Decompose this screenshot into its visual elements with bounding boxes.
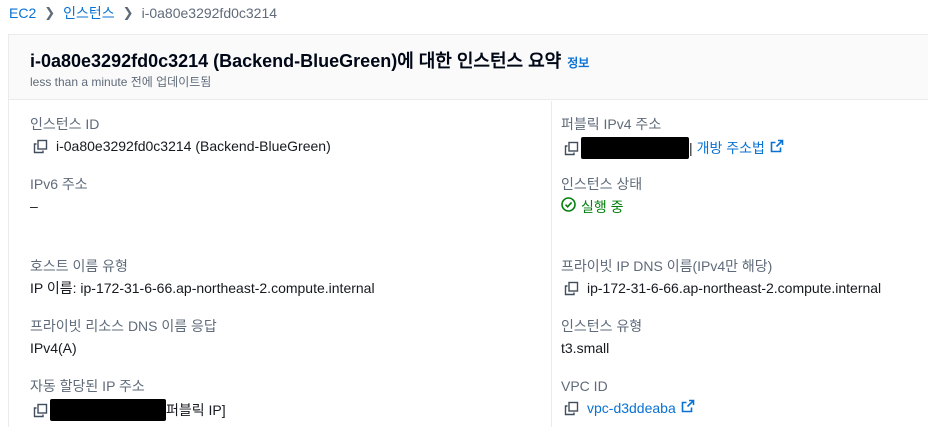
vpc-id-label: VPC ID bbox=[561, 378, 608, 394]
instance-type-value: t3.small bbox=[561, 340, 610, 356]
hostname-type-value: IP 이름: ip-172-31-6-66.ap-northeast-2.com… bbox=[30, 280, 375, 296]
field-instance-type: 인스턴스 유형 t3.small bbox=[561, 317, 642, 357]
field-public-ipv4: 퍼블릭 IPv4 주소 | 개방 주소법 bbox=[561, 115, 784, 159]
vpc-id-value-row: vpc-d3ddeaba bbox=[561, 399, 695, 417]
field-instance-state: 인스턴스 상태 실행 중 bbox=[561, 175, 642, 216]
auto-assigned-ip-suffix: 퍼블릭 IP] bbox=[166, 402, 226, 418]
auto-assigned-ip-value-row: 퍼블릭 IP] bbox=[30, 399, 226, 421]
private-ip-dns-label: 프라이빗 IP DNS 이름(IPv4만 해당) bbox=[561, 258, 773, 274]
redacted-block bbox=[50, 399, 166, 421]
field-instance-id: 인스턴스 ID i-0a80e3292fd0c3214 (Backend-Blu… bbox=[30, 115, 331, 155]
instance-summary-panel: i-0a80e3292fd0c3214 (Backend-BlueGreen)에… bbox=[8, 34, 928, 427]
copy-icon[interactable] bbox=[33, 403, 48, 418]
copy-icon[interactable] bbox=[564, 281, 579, 296]
ipv6-value: – bbox=[30, 198, 38, 214]
panel-header: i-0a80e3292fd0c3214 (Backend-BlueGreen)에… bbox=[9, 35, 928, 100]
hostname-type-label: 호스트 이름 유형 bbox=[30, 258, 128, 274]
external-link-icon[interactable] bbox=[770, 139, 784, 157]
private-resource-dns-label: 프라이빗 리소스 DNS 이름 응답 bbox=[30, 318, 217, 334]
private-resource-dns-value: IPv4(A) bbox=[30, 340, 77, 356]
instance-id-value: i-0a80e3292fd0c3214 (Backend-BlueGreen) bbox=[56, 138, 331, 154]
field-private-ip-dns: 프라이빗 IP DNS 이름(IPv4만 해당) ip-172-31-6-66.… bbox=[561, 257, 881, 297]
public-ipv4-label: 퍼블릭 IPv4 주소 bbox=[561, 116, 662, 132]
info-link[interactable]: 정보 bbox=[567, 56, 589, 70]
redacted-block bbox=[581, 137, 689, 159]
last-updated-text: less than a minute 전에 업데이트됨 bbox=[30, 75, 212, 89]
public-ipv4-divider: | bbox=[689, 140, 693, 156]
public-ipv4-value-row: | 개방 주소법 bbox=[561, 137, 784, 159]
page-title-text: i-0a80e3292fd0c3214 (Backend-BlueGreen)에… bbox=[30, 51, 562, 71]
breadcrumb-separator-icon: ❯ bbox=[122, 5, 134, 20]
instance-id-label: 인스턴스 ID bbox=[30, 116, 100, 132]
check-circle-icon bbox=[561, 197, 576, 216]
instance-id-value-row: i-0a80e3292fd0c3214 (Backend-BlueGreen) bbox=[30, 137, 331, 155]
private-ip-dns-value: ip-172-31-6-66.ap-northeast-2.compute.in… bbox=[587, 280, 882, 296]
instance-state-label: 인스턴스 상태 bbox=[561, 176, 643, 192]
private-ip-dns-value-row: ip-172-31-6-66.ap-northeast-2.compute.in… bbox=[561, 279, 881, 297]
breadcrumb: EC2 ❯ 인스턴스 ❯ i-0a80e3292fd0c3214 bbox=[0, 0, 928, 26]
breadcrumb-instances-link[interactable]: 인스턴스 bbox=[63, 3, 115, 23]
vpc-id-link[interactable]: vpc-d3ddeaba bbox=[587, 399, 676, 417]
copy-icon[interactable] bbox=[564, 401, 579, 416]
field-private-resource-dns: 프라이빗 리소스 DNS 이름 응답 IPv4(A) bbox=[30, 317, 217, 357]
instance-type-label: 인스턴스 유형 bbox=[561, 318, 643, 334]
open-address-link[interactable]: 개방 주소법 bbox=[697, 139, 765, 157]
field-auto-assigned-ip: 자동 할당된 IP 주소 퍼블릭 IP] bbox=[30, 377, 226, 421]
breadcrumb-ec2-link[interactable]: EC2 bbox=[9, 5, 36, 21]
field-hostname-type: 호스트 이름 유형 IP 이름: ip-172-31-6-66.ap-north… bbox=[30, 257, 375, 297]
instance-state-value: 실행 중 bbox=[581, 198, 624, 215]
instance-state-value-row: 실행 중 bbox=[561, 197, 642, 216]
page-title: i-0a80e3292fd0c3214 (Backend-BlueGreen)에… bbox=[30, 47, 589, 73]
breadcrumb-separator-icon: ❯ bbox=[44, 5, 56, 20]
breadcrumb-current: i-0a80e3292fd0c3214 bbox=[141, 5, 278, 21]
copy-icon[interactable] bbox=[564, 141, 579, 156]
ipv6-label: IPv6 주소 bbox=[30, 176, 88, 192]
field-ipv6: IPv6 주소 – bbox=[30, 175, 88, 215]
column-divider bbox=[551, 101, 552, 427]
auto-assigned-ip-label: 자동 할당된 IP 주소 bbox=[30, 378, 145, 394]
field-vpc-id: VPC ID vpc-d3ddeaba bbox=[561, 377, 695, 417]
external-link-icon[interactable] bbox=[681, 399, 695, 417]
copy-icon[interactable] bbox=[33, 139, 48, 154]
